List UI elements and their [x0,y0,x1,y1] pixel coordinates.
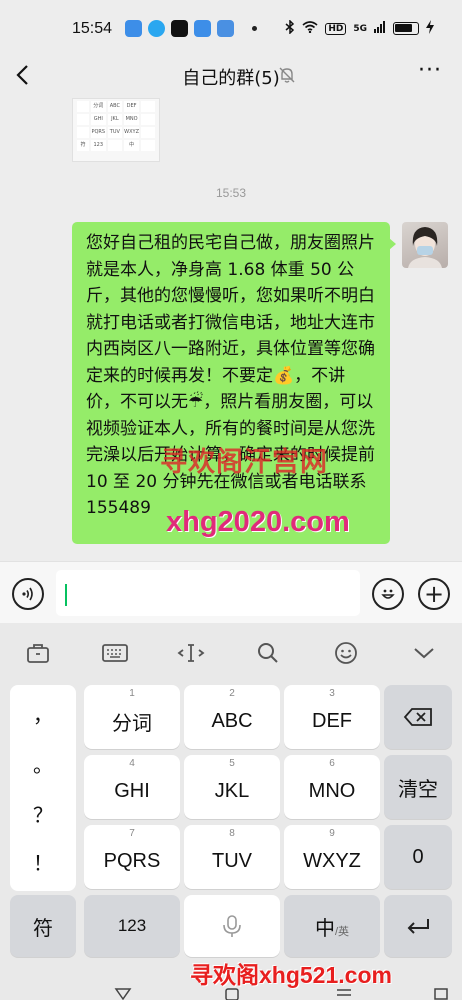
key-pqrs[interactable]: 7 PQRS [84,825,180,889]
enter-icon [407,919,429,934]
notification-icons [125,20,257,37]
key-fenci[interactable]: 1 分词 [84,685,180,749]
smiley-icon [381,589,395,599]
hd-badge: HD [325,22,347,35]
language-switch-key[interactable]: 中/英 [284,895,380,957]
cursor-move-icon[interactable] [177,639,205,667]
backspace-icon [403,708,432,726]
punct-period[interactable]: 。 [10,749,76,778]
clear-key[interactable]: 清空 [384,755,452,819]
battery-icon [393,22,419,35]
microphone-icon [223,915,241,937]
more-functions-button[interactable]: + [418,578,450,610]
symbol-key[interactable]: 符 [10,895,76,957]
signal-icon [374,21,386,36]
text-cursor [65,584,67,606]
avatar[interactable] [402,222,448,268]
search-icon[interactable] [254,639,282,667]
charging-icon [426,20,434,37]
bluetooth-icon [285,19,295,37]
zero-key[interactable]: 0 [384,825,452,889]
tiktok-icon [171,20,188,37]
key-ghi[interactable]: 4 GHI [84,755,180,819]
voice-input-button[interactable] [12,578,44,610]
status-bar: 15:54 HD 5G [0,0,462,54]
image-message-thumbnail[interactable]: 分词 ABC DEF GHI JKL MNO PQRS TUV WXYZ 符 123 中 [72,98,160,162]
key-def[interactable]: 3 DEF [284,685,380,749]
key-abc[interactable]: 2 ABC [184,685,280,749]
message-bubble[interactable]: 您好自己租的民宅自己做，朋友圈照片就是本人，净身高 1.68 体重 50 公斤，… [72,222,390,544]
mute-bell-icon [279,66,295,84]
status-time: 15:54 [72,20,113,37]
number-key[interactable]: 123 [84,895,180,957]
space-key[interactable] [184,895,280,957]
emoji-keyboard-icon[interactable] [332,639,360,667]
watermark-overlay: 寻欢阁汗宫网 [160,447,328,477]
punct-question[interactable]: ？ [10,799,76,828]
system-indicators: HD 5G [285,19,434,37]
avatar-photo [408,227,442,268]
hide-keyboard-icon[interactable] [410,639,438,667]
message-timestamp: 15:53 [215,186,247,200]
more-options-button[interactable]: ··· [418,58,442,83]
network-type: 5G [353,23,367,34]
key-tuv[interactable]: 8 TUV [184,825,280,889]
key-wxyz[interactable]: 9 WXYZ [284,825,380,889]
thumbnail-keyboard-preview: 分词 ABC DEF GHI JKL MNO PQRS TUV WXYZ 符 123 中 [77,101,155,157]
watermark-url: xhg2020.com [166,506,350,538]
keyboard-toolbar [0,623,462,681]
chat-title: 自己的群(5) [182,68,280,89]
chat-header: 自己的群(5) ··· [0,54,462,98]
message-input[interactable] [56,570,360,616]
bubble-tail [389,238,396,250]
keyboard-switch-icon[interactable] [101,639,129,667]
more-notifications-dot [252,26,257,31]
toolbox-icon[interactable] [24,639,52,667]
emoji-button[interactable] [372,578,404,610]
chat-area[interactable]: 分词 ABC DEF GHI JKL MNO PQRS TUV WXYZ 符 123 中 15:… [0,98,462,561]
app-notification-icon [125,20,142,37]
backspace-key[interactable] [384,685,452,749]
punct-exclaim[interactable]: ！ [10,847,76,876]
wifi-icon [302,21,318,36]
enter-key[interactable] [384,895,452,957]
keyboard: ， 。 ？ ！ 1 分词 2 ABC 3 DEF 4 GHI 5 JKL 6 M… [0,623,462,1000]
app-notification-icon [217,20,234,37]
qq-icon [148,20,165,37]
app-notification-icon [194,20,211,37]
key-jkl[interactable]: 5 JKL [184,755,280,819]
input-bar: + [0,561,462,623]
watermark-bottom: 寻欢阁xhg521.com [190,962,392,988]
punctuation-column[interactable]: ， 。 ？ ！ [10,685,76,891]
key-mno[interactable]: 6 MNO [284,755,380,819]
punct-comma[interactable]: ， [10,699,76,728]
voice-icon [22,587,33,601]
